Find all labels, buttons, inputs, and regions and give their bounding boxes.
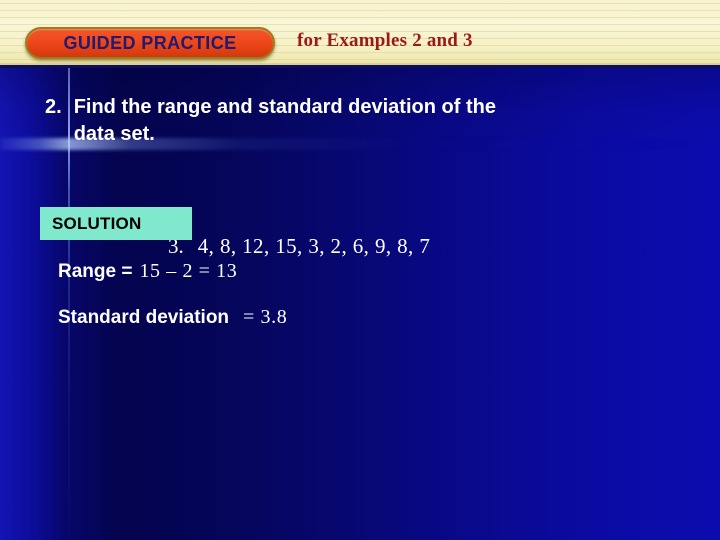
content-layer: 2. Find the range and standard deviation… [0,68,720,540]
header-band: GUIDED PRACTICE for Examples 2 and 3 [0,0,720,68]
range-expression: 15 – 2 = 13 [139,260,238,282]
standard-deviation-expression: = 3.8 [243,306,288,328]
question-number: 2. [45,96,62,118]
header-subtitle: for Examples 2 and 3 [297,30,473,51]
standard-deviation-line: Standard deviation = 3.8 [58,306,287,329]
dataset-values: 4, 8, 12, 15, 3, 2, 6, 9, 8, 7 [197,234,431,258]
guided-practice-badge[interactable]: GUIDED PRACTICE [25,27,275,59]
standard-deviation-label: Standard deviation [58,307,230,328]
dataset-row: 3. 4, 8, 12, 15, 3, 2, 6, 9, 8, 7 [168,234,430,259]
guided-practice-badge-label: GUIDED PRACTICE [63,33,237,53]
range-line: Range = 15 – 2 = 13 [58,260,237,283]
slide-body: 2. Find the range and standard deviation… [0,68,720,540]
slide-canvas: GUIDED PRACTICE for Examples 2 and 3 2. … [0,0,720,540]
question-block: 2. Find the range and standard deviation… [45,94,585,148]
question-text: Find the range and standard deviation of… [73,96,496,145]
solution-heading-label: SOLUTION [52,213,142,233]
range-label: Range = [58,261,133,282]
solution-heading-box: SOLUTION [40,207,192,240]
